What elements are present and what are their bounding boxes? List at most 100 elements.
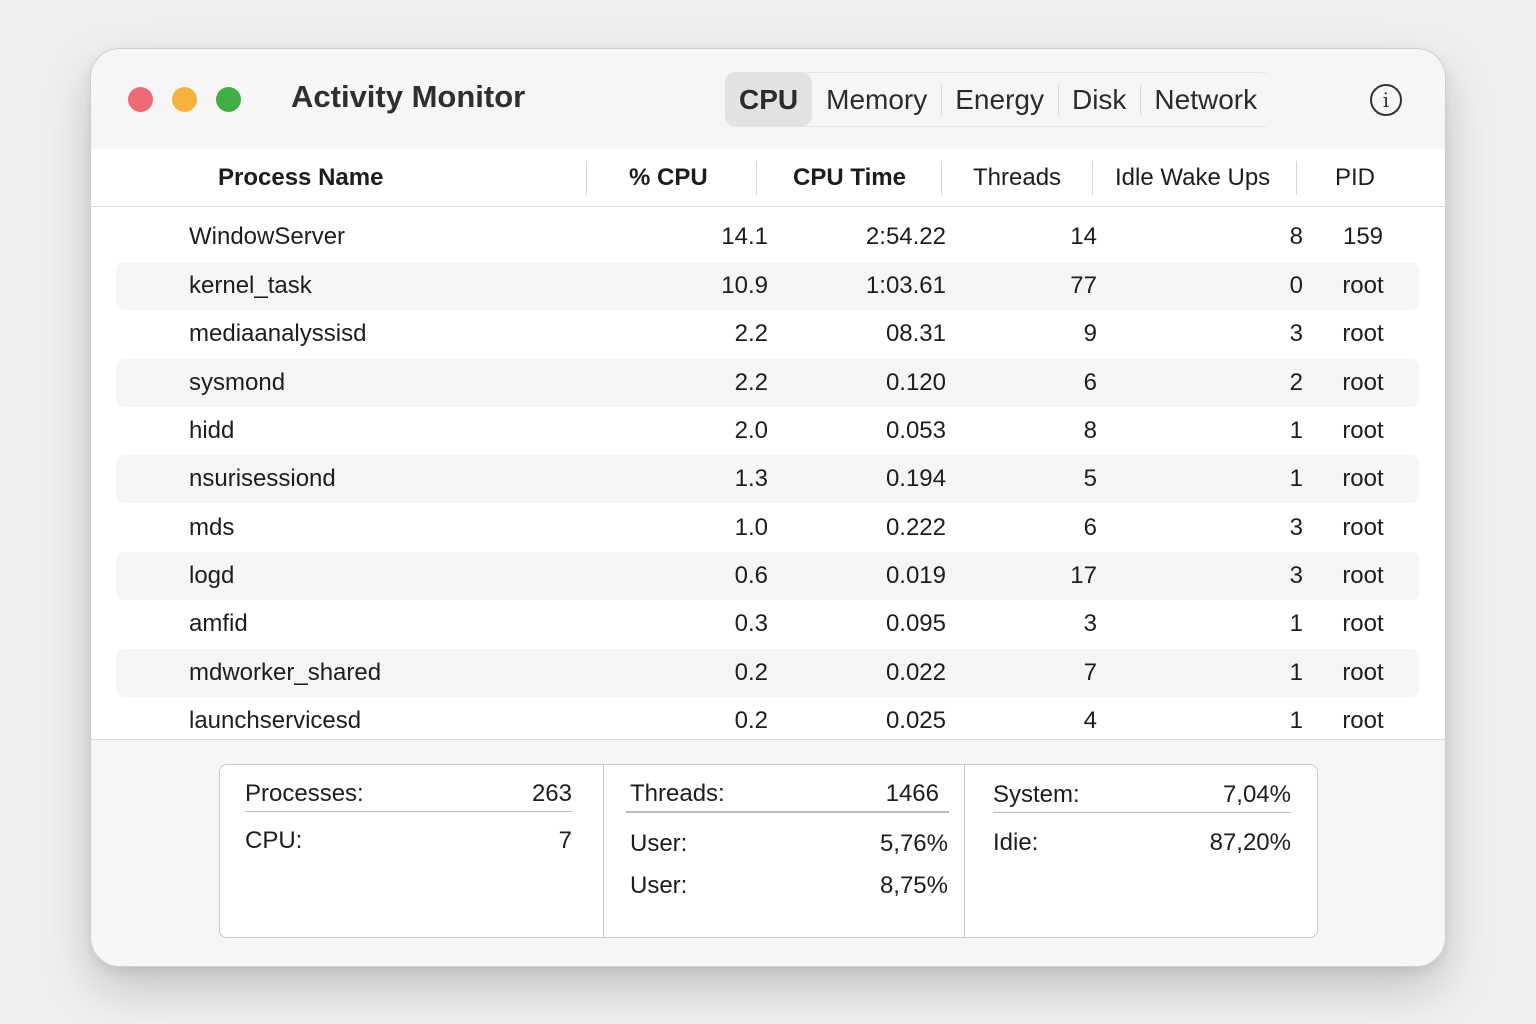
user-label: User: <box>630 830 688 857</box>
cpu-time: 0.194 <box>885 465 946 492</box>
stats-footer: Processes: 263 CPU: 7 Threads: 1466 User… <box>91 739 1445 966</box>
idle-wake-ups: 2 <box>1289 369 1303 396</box>
threads: 7 <box>1083 659 1097 686</box>
user-label-secondary: User: <box>630 872 688 899</box>
column-header-cpu-percent[interactable]: % CPU <box>629 149 708 206</box>
threads: 14 <box>1070 223 1097 250</box>
table-row[interactable]: WindowServer 14.1 2:54.22 14 8 159 <box>116 213 1419 261</box>
column-header-pid[interactable]: PID <box>1335 149 1375 206</box>
table-row[interactable]: hidd 2.0 0.053 8 1 root <box>116 407 1419 455</box>
info-icon[interactable]: i <box>1370 84 1402 116</box>
table-row[interactable]: amfid 0.3 0.095 3 1 root <box>116 600 1419 648</box>
activity-monitor-window: Activity Monitor CPU Memory Energy Disk … <box>90 48 1446 967</box>
pid: root <box>1342 659 1384 686</box>
user-stat-secondary: User: 8,75% <box>630 869 948 903</box>
process-name: mds <box>189 514 235 541</box>
pid: root <box>1342 369 1384 396</box>
idle-wake-ups: 3 <box>1289 320 1303 347</box>
pid: root <box>1342 707 1384 734</box>
cpu-time: 2:54.22 <box>865 223 946 250</box>
cpu-percent: 0.6 <box>734 562 768 589</box>
cpu-stat: CPU: 7 <box>245 824 572 858</box>
user-value: 5,76% <box>879 830 948 857</box>
tab-disk[interactable]: Disk <box>1057 73 1140 126</box>
system-panel: System: 7,04% Idie: 87,20% <box>964 765 1318 937</box>
column-header-threads[interactable]: Threads <box>973 149 1061 206</box>
tab-energy[interactable]: Energy <box>941 73 1058 126</box>
process-name: mediaanalyssisd <box>189 320 367 347</box>
pid: root <box>1342 514 1384 541</box>
idle-wake-ups: 8 <box>1289 223 1303 250</box>
table-row[interactable]: mdworker_shared 0.2 0.022 7 1 root <box>116 649 1419 697</box>
processes-label: Processes: <box>245 780 364 807</box>
tab-network[interactable]: Network <box>1140 73 1271 126</box>
tab-cpu[interactable]: CPU <box>725 73 813 126</box>
column-divider[interactable] <box>941 161 942 195</box>
stats-box: Processes: 263 CPU: 7 Threads: 1466 User… <box>219 764 1318 938</box>
system-value: 7,04% <box>1222 781 1291 808</box>
idle-wake-ups: 1 <box>1289 610 1303 637</box>
pid: root <box>1342 465 1384 492</box>
table-row[interactable]: logd 0.6 0.019 17 3 root <box>116 552 1419 600</box>
processes-panel: Processes: 263 CPU: 7 <box>220 765 603 937</box>
cpu-percent: 0.2 <box>734 659 768 686</box>
pid: root <box>1342 417 1384 444</box>
table-row[interactable]: kernel_task 10.9 1:03.61 77 0 root <box>116 262 1419 310</box>
threads-stat: Threads: 1466 <box>626 777 949 813</box>
app-title: Activity Monitor <box>291 79 526 114</box>
idle-wake-ups: 3 <box>1289 514 1303 541</box>
column-header-row: Process Name % CPU CPU Time Threads Idle… <box>91 149 1445 207</box>
minimize-button[interactable] <box>172 87 197 112</box>
threads: 6 <box>1083 369 1097 396</box>
user-stat: User: 5,76% <box>630 827 948 861</box>
threads: 4 <box>1083 707 1097 734</box>
table-row[interactable]: nsurisessiond 1.3 0.194 5 1 root <box>116 455 1419 503</box>
cpu-percent: 14.1 <box>721 223 768 250</box>
column-divider[interactable] <box>1092 161 1093 195</box>
table-row[interactable]: sysmond 2.2 0.120 6 2 root <box>116 359 1419 407</box>
tab-bar: CPU Memory Energy Disk Network <box>725 72 1272 127</box>
table-row[interactable]: mds 1.0 0.222 6 3 root <box>116 504 1419 552</box>
cpu-percent: 2.2 <box>734 369 768 396</box>
threads-value: 1466 <box>885 780 939 807</box>
column-divider[interactable] <box>586 161 587 195</box>
cpu-percent: 1.3 <box>734 465 768 492</box>
process-name: logd <box>189 562 235 589</box>
column-divider[interactable] <box>1296 161 1297 195</box>
table-row[interactable]: mediaanalyssisd 2.2 08.31 9 3 root <box>116 310 1419 358</box>
process-name: nsurisessiond <box>189 465 336 492</box>
column-divider[interactable] <box>756 161 757 195</box>
cpu-value: 7 <box>558 827 572 854</box>
idle-label: Idie: <box>993 829 1039 856</box>
cpu-percent: 10.9 <box>721 272 768 299</box>
cpu-label: CPU: <box>245 827 303 854</box>
idle-wake-ups: 1 <box>1289 659 1303 686</box>
process-name: WindowServer <box>189 223 346 250</box>
threads-label: Threads: <box>630 780 725 807</box>
threads: 9 <box>1083 320 1097 347</box>
pid: root <box>1342 320 1384 347</box>
pid: root <box>1342 610 1384 637</box>
cpu-percent: 2.2 <box>734 320 768 347</box>
table-row[interactable]: launchservicesd 0.2 0.025 4 1 root <box>116 697 1419 745</box>
processes-value: 263 <box>531 780 572 807</box>
cpu-time: 0.095 <box>885 610 946 637</box>
cpu-time: 08.31 <box>885 320 946 347</box>
idle-wake-ups: 0 <box>1289 272 1303 299</box>
tab-memory[interactable]: Memory <box>812 73 941 126</box>
idle-wake-ups: 1 <box>1289 465 1303 492</box>
column-header-idle-wake-ups[interactable]: Idle Wake Ups <box>1115 149 1270 206</box>
threads: 6 <box>1083 514 1097 541</box>
cpu-time: 0.022 <box>885 659 946 686</box>
column-header-process-name[interactable]: Process Name <box>218 149 383 206</box>
cpu-time: 0.019 <box>885 562 946 589</box>
threads: 5 <box>1083 465 1097 492</box>
process-name: kernel_task <box>189 272 312 299</box>
close-button[interactable] <box>128 87 153 112</box>
column-header-cpu-time[interactable]: CPU Time <box>793 149 906 206</box>
zoom-button[interactable] <box>216 87 241 112</box>
cpu-time: 0.025 <box>885 707 946 734</box>
idle-stat: Idie: 87,20% <box>993 826 1291 860</box>
cpu-percent: 0.3 <box>734 610 768 637</box>
idle-value: 87,20% <box>1209 829 1291 856</box>
